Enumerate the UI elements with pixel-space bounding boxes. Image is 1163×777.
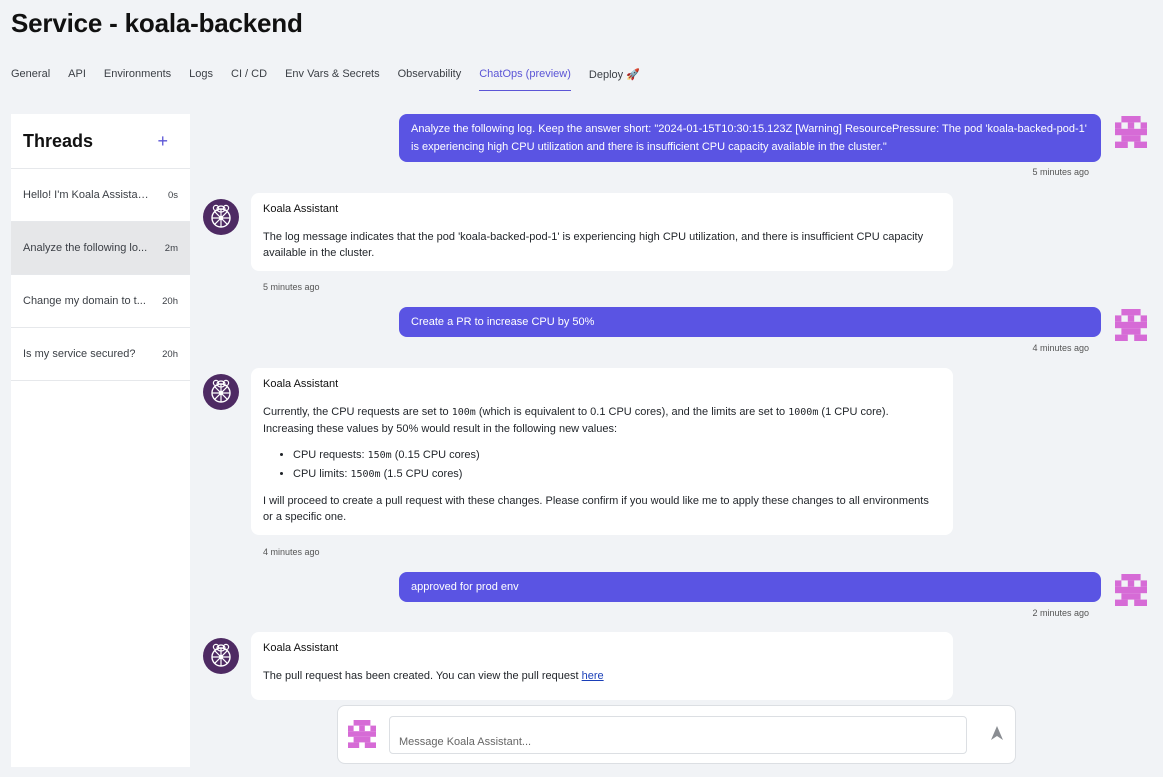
inline-code: 1500m: [350, 469, 381, 480]
plus-icon[interactable]: +: [157, 132, 178, 150]
tab-bar: General API Environments Logs CI / CD En…: [11, 68, 658, 91]
message-timestamp: 2 minutes ago: [1032, 608, 1089, 618]
user-avatar-icon: [1115, 116, 1147, 148]
tab-chatops[interactable]: ChatOps (preview): [479, 68, 571, 91]
assistant-message: Koala Assistant The pull request has bee…: [251, 632, 953, 700]
assistant-message-text: The pull request has been created. You c…: [263, 670, 604, 682]
thread-label: Is my service secured?: [23, 348, 136, 360]
tab-environments[interactable]: Environments: [104, 68, 171, 91]
thread-time: 20h: [162, 348, 178, 360]
tab-general[interactable]: General: [11, 68, 50, 91]
user-message: Create a PR to increase CPU by 50%: [399, 307, 1101, 337]
koala-assistant-avatar-icon: [203, 199, 239, 235]
pull-request-link[interactable]: here: [582, 670, 604, 682]
list-item: CPU requests: 150m (0.15 CPU cores): [293, 447, 941, 464]
thread-item[interactable]: Hello! I'm Koala Assistant... 0s: [11, 169, 190, 222]
inline-code: 100m: [451, 407, 476, 418]
user-avatar-icon: [1115, 309, 1147, 341]
message-timestamp: 4 minutes ago: [1032, 343, 1089, 353]
chat-panel: Analyze the following log. Keep the answ…: [190, 96, 1163, 777]
thread-label: Analyze the following lo...: [23, 242, 148, 254]
user-message: Analyze the following log. Keep the answ…: [399, 114, 1101, 162]
user-avatar-icon: [348, 720, 376, 748]
top-bar: Service - koala-backend General API Envi…: [0, 0, 1163, 96]
threads-title: Threads: [23, 130, 94, 151]
tab-env-vars-secrets[interactable]: Env Vars & Secrets: [285, 68, 380, 91]
tab-api[interactable]: API: [68, 68, 86, 91]
thread-time: 20h: [162, 295, 178, 307]
tab-logs[interactable]: Logs: [189, 68, 213, 91]
inline-code: 1000m: [788, 407, 819, 418]
thread-time: 0s: [167, 189, 178, 201]
message-timestamp: 5 minutes ago: [263, 282, 320, 292]
threads-header: Threads +: [11, 114, 190, 169]
user-avatar-icon: [1115, 574, 1147, 606]
message-input[interactable]: [389, 716, 967, 754]
send-arrow-icon[interactable]: [990, 725, 1004, 741]
assistant-message: Koala Assistant The log message indicate…: [251, 193, 953, 271]
thread-item[interactable]: Change my domain to t... 20h: [11, 275, 190, 328]
koala-assistant-avatar-icon: [203, 638, 239, 674]
thread-item-active[interactable]: Analyze the following lo... 2m: [11, 222, 190, 275]
assistant-name: Koala Assistant: [263, 642, 339, 654]
message-timestamp: 5 minutes ago: [1032, 167, 1089, 177]
user-message: approved for prod env: [399, 572, 1101, 602]
inline-code: 150m: [367, 450, 392, 461]
thread-label: Change my domain to t...: [23, 295, 146, 307]
assistant-name: Koala Assistant: [263, 203, 339, 215]
message-composer: [337, 705, 1016, 764]
tab-deploy[interactable]: Deploy 🚀: [589, 68, 640, 91]
page-title: Service - koala-backend: [11, 8, 303, 38]
koala-assistant-avatar-icon: [203, 374, 239, 410]
assistant-name: Koala Assistant: [263, 378, 339, 390]
tab-observability[interactable]: Observability: [398, 68, 462, 91]
assistant-message-text: I will proceed to create a pull request …: [263, 495, 929, 523]
assistant-message: Koala Assistant Currently, the CPU reque…: [251, 368, 953, 535]
list-item: CPU limits: 1500m (1.5 CPU cores): [293, 466, 941, 483]
assistant-list: CPU requests: 150m (0.15 CPU cores) CPU …: [293, 447, 941, 483]
assistant-message-text: Currently, the CPU requests are set to 1…: [263, 406, 889, 435]
message-timestamp: 4 minutes ago: [263, 547, 320, 557]
tab-ci-cd[interactable]: CI / CD: [231, 68, 267, 91]
threads-sidebar: Threads + Hello! I'm Koala Assistant... …: [11, 114, 190, 767]
thread-time: 2m: [164, 242, 178, 254]
thread-item[interactable]: Is my service secured? 20h: [11, 328, 190, 381]
assistant-message-text: The log message indicates that the pod '…: [263, 231, 924, 259]
thread-label: Hello! I'm Koala Assistant...: [23, 189, 153, 201]
